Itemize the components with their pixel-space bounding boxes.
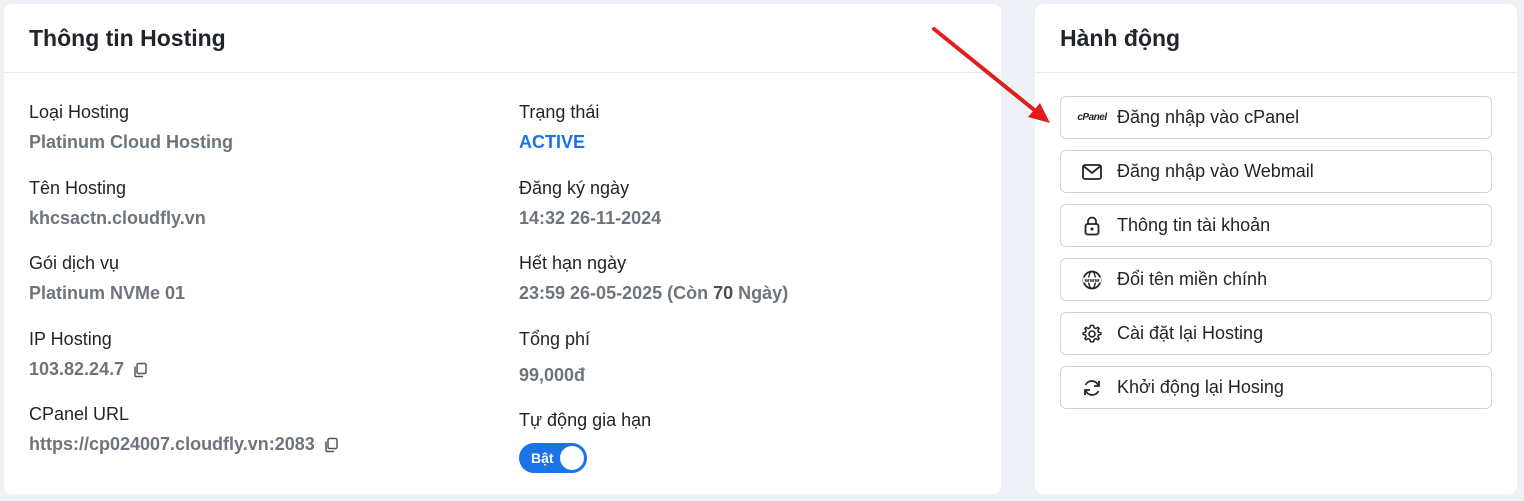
expires-date: 23:59 26-05-2025 (Còn <box>519 283 709 303</box>
ip-hosting-value-row: 103.82.24.7 <box>29 358 148 380</box>
total-fee-label: Tổng phí <box>519 329 591 349</box>
hosting-type-label: Loại Hosting <box>29 102 130 122</box>
login-webmail-button[interactable]: Đăng nhập vào Webmail <box>1060 150 1492 193</box>
copy-icon[interactable] <box>132 361 148 378</box>
autorenew-label: Tự động gia hạn <box>519 410 652 430</box>
hosting-type-field: Loại Hosting Platinum Cloud Hosting <box>29 101 233 153</box>
hosting-info-header: Thông tin Hosting <box>4 4 1001 73</box>
toggle-knob <box>560 446 584 470</box>
expires-days-unit: Ngày) <box>738 283 789 303</box>
reinstall-hosting-label: Cài đặt lại Hosting <box>1117 323 1264 343</box>
status-badge: ACTIVE <box>519 132 586 152</box>
autorenew-toggle[interactable]: Bật <box>519 443 587 473</box>
annotation-arrow-icon <box>932 27 1050 123</box>
cpanel-url-value-row: https://cp024007.cloudfly.vn:2083 <box>29 433 339 455</box>
restart-hosting-label: Khởi động lại Hosing <box>1117 377 1284 397</box>
ip-hosting-field: IP Hosting 103.82.24.7 <box>29 328 148 380</box>
hosting-info-title: Thông tin Hosting <box>29 24 226 51</box>
registered-value: 14:32 26-11-2024 <box>519 208 662 228</box>
expires-label: Hết hạn ngày <box>519 253 627 273</box>
autorenew-toggle-label: Bật <box>531 450 554 466</box>
copy-icon[interactable] <box>323 436 339 453</box>
hosting-info-card: Thông tin Hosting Loại Hosting Platinum … <box>4 4 1001 494</box>
hosting-type-value: Platinum Cloud Hosting <box>29 132 233 152</box>
hosting-name-value: khcsactn.cloudfly.vn <box>29 208 206 228</box>
gear-icon <box>1081 323 1103 345</box>
cpanel-url-label: CPanel URL <box>29 404 130 424</box>
expires-value: 23:59 26-05-2025 (Còn 70 Ngày) <box>519 282 788 304</box>
expires-field: Hết hạn ngày 23:59 26-05-2025 (Còn 70 Ng… <box>519 252 788 304</box>
cpanel-url-value: https://cp024007.cloudfly.vn:2083 <box>29 434 315 454</box>
cpanel-url-field: CPanel URL https://cp024007.cloudfly.vn:… <box>29 403 339 455</box>
account-info-label: Thông tin tài khoản <box>1117 215 1271 235</box>
refresh-icon <box>1081 377 1103 399</box>
actions-header: Hành động <box>1035 4 1517 73</box>
total-fee-value: 99,000đ <box>519 365 586 385</box>
svg-text:www: www <box>1084 278 1099 284</box>
ip-hosting-label: IP Hosting <box>29 329 112 349</box>
registered-field: Đăng ký ngày 14:32 26-11-2024 <box>519 177 661 229</box>
login-cpanel-label: Đăng nhập vào cPanel <box>1117 107 1300 127</box>
lock-icon <box>1081 215 1103 237</box>
login-cpanel-button[interactable]: cPanel Đăng nhập vào cPanel <box>1060 96 1492 139</box>
service-plan-field: Gói dịch vụ Platinum NVMe 01 <box>29 252 185 304</box>
registered-label: Đăng ký ngày <box>519 178 630 198</box>
actions-list: cPanel Đăng nhập vào cPanel Đăng nhập và… <box>1060 96 1492 420</box>
total-fee-field: Tổng phí 99,000đ <box>519 328 590 386</box>
restart-hosting-button[interactable]: Khởi động lại Hosing <box>1060 366 1492 409</box>
account-info-button[interactable]: Thông tin tài khoản <box>1060 204 1492 247</box>
ip-hosting-value: 103.82.24.7 <box>29 359 125 379</box>
actions-title: Hành động <box>1060 24 1181 51</box>
actions-card: Hành động cPanel Đăng nhập vào cPanel Đă… <box>1035 4 1517 494</box>
status-label: Trạng thái <box>519 102 600 122</box>
mail-icon <box>1081 161 1103 183</box>
change-domain-label: Đổi tên miền chính <box>1117 269 1268 289</box>
hosting-name-field: Tên Hosting khcsactn.cloudfly.vn <box>29 177 206 229</box>
cpanel-icon: cPanel <box>1077 112 1107 123</box>
autorenew-field: Tự động gia hạn Bật <box>519 409 651 473</box>
status-field: Trạng thái ACTIVE <box>519 101 599 153</box>
hosting-name-label: Tên Hosting <box>29 178 127 198</box>
www-globe-icon: www <box>1081 269 1103 291</box>
reinstall-hosting-button[interactable]: Cài đặt lại Hosting <box>1060 312 1492 355</box>
login-webmail-label: Đăng nhập vào Webmail <box>1117 161 1314 181</box>
service-plan-value: Platinum NVMe 01 <box>29 283 186 303</box>
change-domain-button[interactable]: www Đổi tên miền chính <box>1060 258 1492 301</box>
expires-days-remaining: 70 <box>713 283 734 303</box>
service-plan-label: Gói dịch vụ <box>29 253 120 273</box>
